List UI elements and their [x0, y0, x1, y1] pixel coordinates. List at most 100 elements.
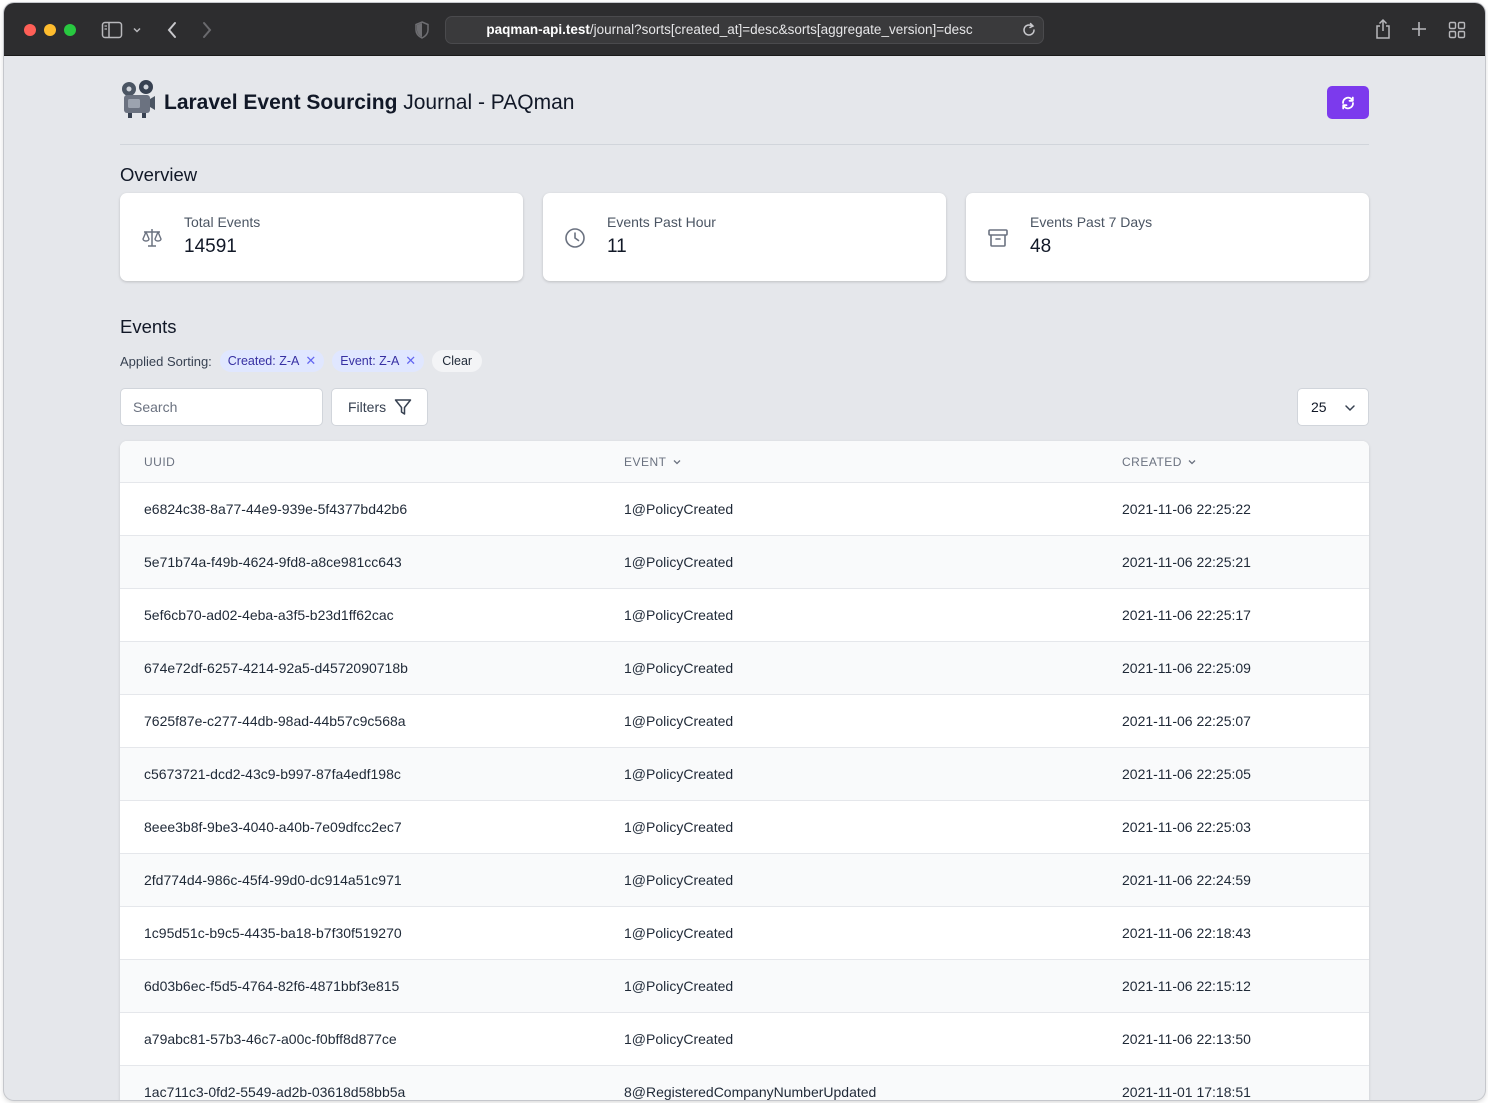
remove-sort-icon[interactable]: ✕ — [305, 353, 316, 369]
event-cell: 1@PolicyCreated — [624, 1031, 734, 1047]
search-input[interactable] — [120, 388, 323, 426]
archive-icon — [988, 229, 1008, 247]
table-row[interactable]: 1c95d51c-b9c5-4435-ba18-b7f30f519270 1@Po… — [120, 907, 1369, 960]
filters-button[interactable]: Filters — [331, 388, 428, 426]
table-row[interactable]: 6d03b6ec-f5d5-4764-82f6-4871bbf3e815 1@Po… — [120, 960, 1369, 1013]
per-page-select[interactable]: 25 — [1297, 388, 1369, 426]
reload-icon[interactable] — [1021, 22, 1037, 38]
overview-cards: Total Events 14591 Events Past Hour 11 E… — [120, 193, 1369, 281]
event-cell: 1@PolicyCreated — [624, 713, 734, 729]
column-header-label: EVENT — [624, 455, 667, 469]
event-cell: 1@PolicyCreated — [624, 554, 734, 570]
created-cell: 2021-11-06 22:18:43 — [1122, 925, 1251, 941]
privacy-shield-icon[interactable] — [414, 21, 430, 39]
event-cell: 1@PolicyCreated — [624, 872, 734, 888]
refresh-icon — [1342, 96, 1354, 109]
share-icon[interactable] — [1374, 18, 1392, 40]
per-page-value: 25 — [1311, 399, 1327, 415]
event-cell: 8@RegisteredCompanyNumberUpdated — [624, 1084, 877, 1100]
sort-chip-event: Event: Z-A ✕ — [332, 350, 425, 372]
table-row[interactable]: 8eee3b8f-9be3-4040-a40b-7e09dfcc2ec7 1@Po… — [120, 801, 1369, 854]
table-row[interactable]: 7625f87e-c277-44db-98ad-44b57c9c568a 1@Po… — [120, 695, 1369, 748]
sort-chip-created: Created: Z-A ✕ — [219, 350, 325, 372]
uuid-cell: 1c95d51c-b9c5-4435-ba18-b7f30f519270 — [144, 925, 402, 941]
stat-value: 14591 — [184, 236, 237, 257]
uuid-cell: c5673721-dcd2-43c9-b997-87fa4edf198c — [144, 766, 401, 782]
chevron-down-icon — [1345, 405, 1355, 412]
overview-heading: Overview — [120, 164, 198, 185]
scale-icon — [142, 229, 162, 247]
table-row[interactable]: 2fd774d4-986c-45f4-99d0-dc914a51c971 1@Po… — [120, 854, 1369, 907]
uuid-cell: 5ef6cb70-ad02-4eba-a3f5-b23d1ff62cac — [144, 607, 394, 623]
minimize-window-button[interactable] — [44, 24, 56, 36]
column-header-uuid: UUID — [144, 441, 175, 483]
event-cell: 1@PolicyCreated — [624, 607, 734, 623]
column-header-label: UUID — [144, 455, 176, 469]
tab-overview-icon[interactable] — [1448, 21, 1466, 39]
address-bar[interactable]: paqman-api.test/journal?sorts[created_at… — [445, 16, 1044, 44]
created-cell: 2021-11-06 22:25:21 — [1122, 554, 1251, 570]
column-header-created[interactable]: CREATED — [1122, 441, 1197, 483]
chevron-down-icon[interactable] — [132, 25, 142, 35]
uuid-cell: 6d03b6ec-f5d5-4764-82f6-4871bbf3e815 — [144, 978, 400, 994]
sidebar-toggle-icon[interactable] — [101, 21, 123, 39]
back-icon[interactable] — [166, 21, 178, 39]
sort-desc-icon — [1188, 460, 1196, 465]
uuid-cell: 7625f87e-c277-44db-98ad-44b57c9c568a — [144, 713, 406, 729]
event-cell: 1@PolicyCreated — [624, 925, 734, 941]
table-row[interactable]: 674e72df-6257-4214-92a5-d4572090718b 1@Po… — [120, 642, 1369, 695]
created-cell: 2021-11-06 22:13:50 — [1122, 1031, 1251, 1047]
column-header-label: CREATED — [1122, 455, 1182, 469]
uuid-cell: e6824c38-8a77-44e9-939e-5f4377bd42b6 — [144, 501, 408, 517]
page-title-rest: Journal - PAQman — [397, 91, 575, 114]
created-cell: 2021-11-06 22:25:17 — [1122, 607, 1251, 623]
new-tab-icon[interactable] — [1411, 21, 1427, 37]
events-table: UUID EVENT CREATED e6824c38-8a77-44e9-93… — [120, 441, 1369, 1100]
table-row[interactable]: 5e71b74a-f49b-4624-9fd8-a8ce981cc643 1@Po… — [120, 536, 1369, 589]
refresh-button[interactable] — [1327, 86, 1369, 119]
zoom-window-button[interactable] — [64, 24, 76, 36]
created-cell: 2021-11-06 22:25:22 — [1122, 501, 1251, 517]
uuid-cell: 8eee3b8f-9be3-4040-a40b-7e09dfcc2ec7 — [144, 819, 402, 835]
table-row[interactable]: a79abc81-57b3-46c7-a00c-f0bff8d877ce 1@Po… — [120, 1013, 1369, 1066]
stat-label: Events Past 7 Days — [1030, 214, 1153, 230]
table-row[interactable]: 5ef6cb70-ad02-4eba-a3f5-b23d1ff62cac 1@Po… — [120, 589, 1369, 642]
table-row[interactable]: c5673721-dcd2-43c9-b997-87fa4edf198c 1@Po… — [120, 748, 1369, 801]
table-row[interactable]: 1ac711c3-0fd2-5549-ad2b-03618d58bb5a 8@Re… — [120, 1066, 1369, 1100]
remove-sort-icon[interactable]: ✕ — [405, 353, 416, 369]
created-cell: 2021-11-06 22:24:59 — [1122, 872, 1251, 888]
table-row[interactable]: e6824c38-8a77-44e9-939e-5f4377bd42b6 1@Po… — [120, 483, 1369, 536]
url-host: paqman-api.test — [486, 22, 590, 37]
browser-window: paqman-api.test/journal?sorts[created_at… — [4, 3, 1485, 1100]
event-cell: 1@PolicyCreated — [624, 501, 734, 517]
stat-label: Total Events — [184, 214, 261, 230]
created-cell: 2021-11-06 22:25:07 — [1122, 713, 1251, 729]
sort-desc-icon — [673, 460, 680, 465]
created-cell: 2021-11-06 22:25:09 — [1122, 660, 1251, 676]
event-cell: 1@PolicyCreated — [624, 819, 734, 835]
film-projector-logo-icon — [122, 80, 155, 118]
column-header-event[interactable]: EVENT — [624, 441, 682, 483]
stat-label: Events Past Hour — [607, 214, 716, 230]
created-cell: 2021-11-06 22:25:05 — [1122, 766, 1251, 782]
events-heading: Events — [120, 316, 177, 337]
stat-card-events-past-7-days: Events Past 7 Days 48 — [966, 193, 1369, 281]
sort-chip-label: Created: Z-A — [227, 354, 300, 368]
url-path: /journal?sorts[created_at]=desc&sorts[ag… — [589, 22, 973, 37]
table-body: e6824c38-8a77-44e9-939e-5f4377bd42b6 1@Po… — [120, 483, 1369, 1100]
page-header: Laravel Event Sourcing Journal - PAQman — [120, 79, 1369, 145]
page-title-strong: Laravel Event Sourcing — [164, 91, 398, 114]
uuid-cell: a79abc81-57b3-46c7-a00c-f0bff8d877ce — [144, 1031, 397, 1047]
close-window-button[interactable] — [24, 24, 36, 36]
filter-funnel-icon — [394, 399, 412, 415]
clock-icon — [565, 228, 585, 248]
uuid-cell: 2fd774d4-986c-45f4-99d0-dc914a51c971 — [144, 872, 402, 888]
page-content: Laravel Event Sourcing Journal - PAQman … — [4, 57, 1485, 1100]
table-header: UUID EVENT CREATED — [120, 441, 1369, 483]
stat-value: 11 — [607, 236, 627, 257]
clear-sorting-button[interactable]: Clear — [432, 350, 483, 372]
forward-icon[interactable] — [201, 21, 213, 39]
created-cell: 2021-11-06 22:15:12 — [1122, 978, 1251, 994]
event-cell: 1@PolicyCreated — [624, 766, 734, 782]
filters-label: Filters — [348, 399, 387, 415]
